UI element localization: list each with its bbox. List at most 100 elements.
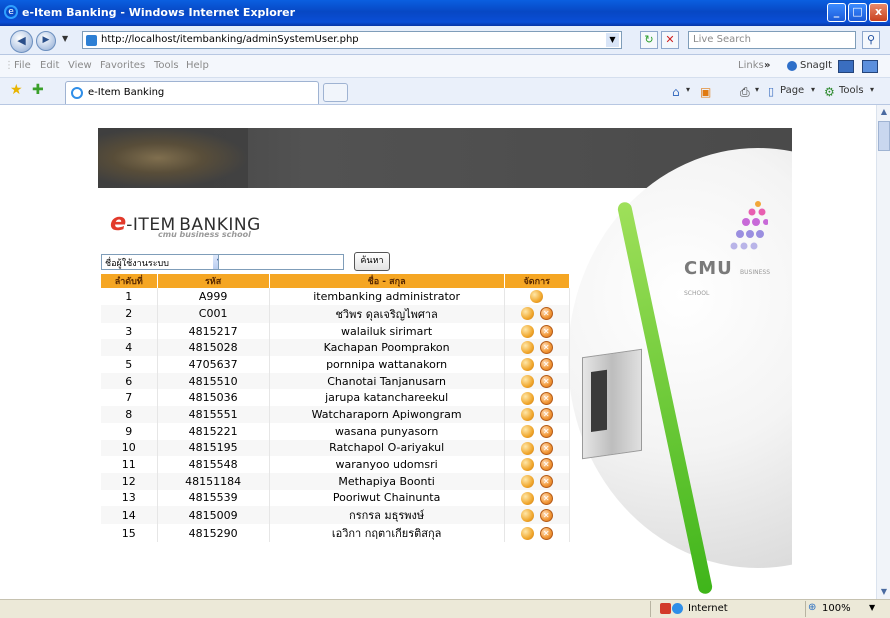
print-icon[interactable]: ⎙	[740, 85, 750, 100]
search-icon[interactable]: ⚲	[862, 31, 880, 49]
edit-icon[interactable]	[520, 408, 534, 422]
tab-e-item-banking[interactable]: e-Item Banking	[65, 81, 319, 104]
menu-file[interactable]: File	[14, 60, 31, 71]
home-icon[interactable]: ⌂	[672, 85, 680, 99]
cell-no: 2	[101, 304, 158, 323]
cell-name: เอวิกา กฤตาเกียรติสกุล	[269, 524, 505, 543]
tools-menu[interactable]: Tools	[839, 85, 864, 96]
maximize-button[interactable]: □	[848, 3, 867, 22]
delete-icon[interactable]: ✕	[539, 509, 553, 522]
table-row: 13 4815539 Pooriwut Chainunta ✕	[101, 489, 571, 507]
address-toolbar: ◀ ▶ ▼ http://localhost/itembanking/admin…	[0, 26, 890, 55]
delete-icon[interactable]: ✕	[539, 307, 553, 321]
delete-icon[interactable]: ✕	[539, 424, 553, 438]
popup-blocked-icon[interactable]	[660, 603, 671, 614]
cell-code: 4815551	[157, 406, 270, 423]
cell-no: 7	[101, 389, 158, 407]
table-row: 4 4815028 Kachapan Poomprakon ✕	[101, 339, 571, 357]
cell-name: walailuk sirimart	[269, 322, 505, 340]
edit-icon[interactable]	[520, 391, 534, 405]
edit-icon[interactable]	[520, 491, 534, 505]
cell-actions	[504, 288, 571, 305]
menu-tools[interactable]: Tools	[154, 60, 179, 71]
menu-edit[interactable]: Edit	[40, 60, 59, 71]
address-field[interactable]: http://localhost/itembanking/adminSystem…	[82, 31, 622, 49]
vertical-scrollbar[interactable]: ▲ ▼	[876, 105, 890, 599]
home-dropdown-icon[interactable]: ▾	[686, 85, 690, 94]
edit-icon[interactable]	[520, 358, 534, 372]
edit-icon[interactable]	[530, 290, 544, 304]
favorites-star-icon[interactable]: ★	[10, 82, 23, 98]
add-favorites-icon[interactable]: ✚	[32, 82, 44, 98]
edit-icon[interactable]	[520, 458, 534, 472]
table-row: 11 4815548 waranyoo udomsri ✕	[101, 456, 571, 473]
delete-icon[interactable]: ✕	[539, 374, 553, 388]
delete-icon[interactable]: ✕	[539, 491, 553, 505]
ie-tab-icon	[71, 87, 83, 99]
delete-icon[interactable]: ✕	[539, 324, 553, 338]
delete-icon[interactable]: ✕	[539, 391, 553, 405]
page-dropdown-icon[interactable]: ▾	[811, 85, 815, 94]
delete-icon[interactable]: ✕	[539, 358, 553, 372]
delete-icon[interactable]: ✕	[539, 527, 553, 540]
scroll-thumb[interactable]	[878, 121, 890, 151]
back-button[interactable]: ◀	[10, 30, 33, 53]
stop-icon[interactable]: ✕	[661, 31, 679, 49]
cell-code: 4815221	[157, 422, 270, 440]
e-item-banking-logo: e-ITEM BANKING cmu business school	[110, 208, 261, 239]
edit-icon[interactable]	[520, 424, 534, 438]
cell-actions: ✕	[504, 489, 571, 507]
page-menu[interactable]: Page	[780, 85, 804, 96]
menu-help[interactable]: Help	[186, 60, 209, 71]
delete-icon[interactable]: ✕	[539, 458, 553, 472]
edit-icon[interactable]	[520, 509, 534, 522]
edit-icon[interactable]	[520, 307, 534, 321]
menu-favorites[interactable]: Favorites	[100, 60, 145, 71]
edit-icon[interactable]	[520, 441, 534, 455]
menu-view[interactable]: View	[68, 60, 92, 71]
snagit-capture-icon[interactable]	[838, 60, 854, 73]
scroll-down-icon[interactable]: ▼	[878, 585, 890, 598]
edit-icon[interactable]	[520, 324, 534, 338]
edit-icon[interactable]	[520, 527, 534, 540]
tools-dropdown-icon[interactable]: ▾	[870, 85, 874, 94]
table-body: 1 A999 itembanking administrator 2 C001 ชวิพร…	[101, 288, 571, 543]
forward-button[interactable]: ▶	[36, 31, 56, 51]
menu-bar: ⋮ File Edit View Favorites Tools Help Li…	[0, 55, 890, 78]
zoom-level[interactable]: 100%	[822, 603, 851, 614]
snagit-editor-icon[interactable]	[862, 60, 878, 73]
zoom-dropdown-icon[interactable]: ▼	[869, 603, 875, 612]
close-button[interactable]: x	[869, 3, 888, 22]
cell-code: 4815009	[157, 506, 270, 525]
search-button[interactable]: ค้นหา	[354, 252, 390, 271]
links-toolbar[interactable]: Links	[738, 60, 764, 71]
address-dropdown-icon[interactable]: ▼	[606, 33, 619, 47]
links-chevron-icon[interactable]: »	[764, 60, 770, 71]
print-dropdown-icon[interactable]: ▾	[755, 85, 759, 94]
page-icon: ▯	[768, 85, 775, 98]
minimize-button[interactable]: _	[827, 3, 846, 22]
security-zone[interactable]: Internet	[688, 603, 728, 614]
delete-icon[interactable]: ✕	[539, 441, 553, 455]
table-row: 12 48151184 Methapiya Boonti ✕	[101, 472, 571, 490]
refresh-icon[interactable]: ↻	[640, 31, 658, 49]
cell-no: 11	[101, 456, 158, 473]
cell-name: waranyoo udomsri	[269, 456, 505, 473]
recent-pages-dropdown-icon[interactable]: ▼	[62, 34, 68, 43]
delete-icon[interactable]: ✕	[539, 341, 553, 355]
edit-icon[interactable]	[520, 474, 534, 488]
delete-icon[interactable]: ✕	[539, 408, 553, 422]
cell-name: กรกรล มธุรพงษ์	[269, 506, 505, 525]
feeds-icon[interactable]: ▣	[700, 85, 711, 99]
filter-select[interactable]: ชื่อผู้ใช้งานระบบ ▼	[101, 254, 228, 270]
search-input[interactable]	[218, 254, 344, 270]
cell-name: ชวิพร ดุลเจริญไพศาล	[269, 304, 505, 323]
delete-icon[interactable]: ✕	[539, 474, 553, 488]
edit-icon[interactable]	[520, 341, 534, 355]
new-tab-button[interactable]	[323, 83, 348, 102]
server-slot	[591, 369, 607, 432]
scroll-up-icon[interactable]: ▲	[878, 105, 890, 118]
edit-icon[interactable]	[520, 374, 534, 388]
snagit-button[interactable]: SnagIt	[800, 60, 832, 71]
live-search-input[interactable]: Live Search	[688, 31, 856, 49]
